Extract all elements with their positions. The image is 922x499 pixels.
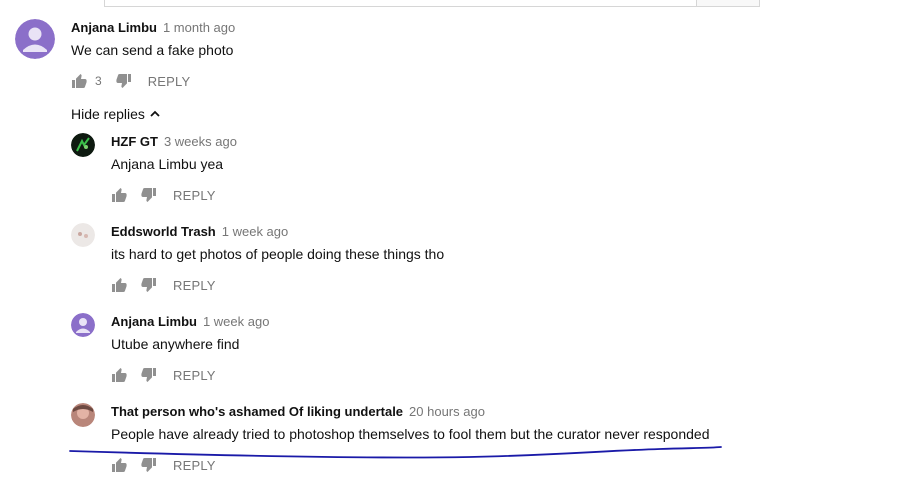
like-count: 3: [95, 74, 102, 88]
reply-button[interactable]: REPLY: [173, 278, 216, 293]
hide-replies-label: Hide replies: [71, 106, 145, 122]
comment-time[interactable]: 3 weeks ago: [164, 134, 237, 149]
thumbs-down-icon[interactable]: [141, 457, 157, 473]
comment-meta: Anjana Limbu 1 month ago: [71, 20, 235, 35]
comment-text: its hard to get photos of people doing t…: [111, 246, 445, 262]
comment-text: People have already tried to photoshop t…: [111, 426, 710, 442]
avatar[interactable]: [71, 223, 95, 247]
comment-actions: REPLY: [111, 186, 216, 204]
thumbs-up-icon[interactable]: [111, 457, 127, 473]
hide-replies-toggle[interactable]: Hide replies: [71, 106, 160, 122]
top-bar-button[interactable]: [696, 0, 759, 6]
thumbs-up-icon[interactable]: [111, 277, 127, 293]
comment-text: We can send a fake photo: [71, 42, 234, 58]
comment-author[interactable]: HZF GT: [111, 134, 158, 149]
comment-actions: REPLY: [111, 276, 216, 294]
thumbs-up-icon[interactable]: [71, 73, 87, 89]
chevron-up-icon: [150, 110, 160, 117]
reply-button[interactable]: REPLY: [173, 368, 216, 383]
reply-button[interactable]: REPLY: [173, 188, 216, 203]
user-avatar-icon: [71, 223, 95, 247]
comment-meta: HZF GT 3 weeks ago: [111, 134, 237, 149]
avatar[interactable]: [15, 19, 55, 59]
top-input-bar: [104, 0, 760, 7]
user-avatar-icon: [15, 19, 55, 59]
thumbs-up-icon[interactable]: [111, 367, 127, 383]
comment-text: Utube anywhere find: [111, 336, 240, 352]
comment-actions: REPLY: [111, 456, 216, 474]
reply-button[interactable]: REPLY: [148, 74, 191, 89]
comment-author[interactable]: Eddsworld Trash: [111, 224, 216, 239]
thumbs-down-icon[interactable]: [141, 277, 157, 293]
comment-meta: That person who's ashamed Of liking unde…: [111, 404, 485, 419]
comment-meta: Anjana Limbu 1 week ago: [111, 314, 269, 329]
comment-text: Anjana Limbu yea: [111, 156, 224, 172]
comment-actions: REPLY: [111, 366, 216, 384]
avatar[interactable]: [71, 403, 95, 427]
user-avatar-icon: [71, 133, 95, 157]
comment-author[interactable]: Anjana Limbu: [71, 20, 157, 35]
comment-author[interactable]: That person who's ashamed Of liking unde…: [111, 404, 403, 419]
reply-button[interactable]: REPLY: [173, 458, 216, 473]
user-avatar-icon: [71, 313, 95, 337]
thumbs-down-icon[interactable]: [141, 367, 157, 383]
comment-time[interactable]: 1 month ago: [163, 20, 235, 35]
comment-time[interactable]: 1 week ago: [222, 224, 289, 239]
avatar[interactable]: [71, 313, 95, 337]
comment-author[interactable]: Anjana Limbu: [111, 314, 197, 329]
comment-actions: 3 REPLY: [71, 72, 190, 90]
avatar[interactable]: [71, 133, 95, 157]
comment-time[interactable]: 1 week ago: [203, 314, 270, 329]
thumbs-down-icon[interactable]: [116, 73, 132, 89]
thumbs-down-icon[interactable]: [141, 187, 157, 203]
thumbs-up-icon[interactable]: [111, 187, 127, 203]
user-avatar-icon: [71, 403, 95, 427]
comment-meta: Eddsworld Trash 1 week ago: [111, 224, 288, 239]
comment-time[interactable]: 20 hours ago: [409, 404, 485, 419]
